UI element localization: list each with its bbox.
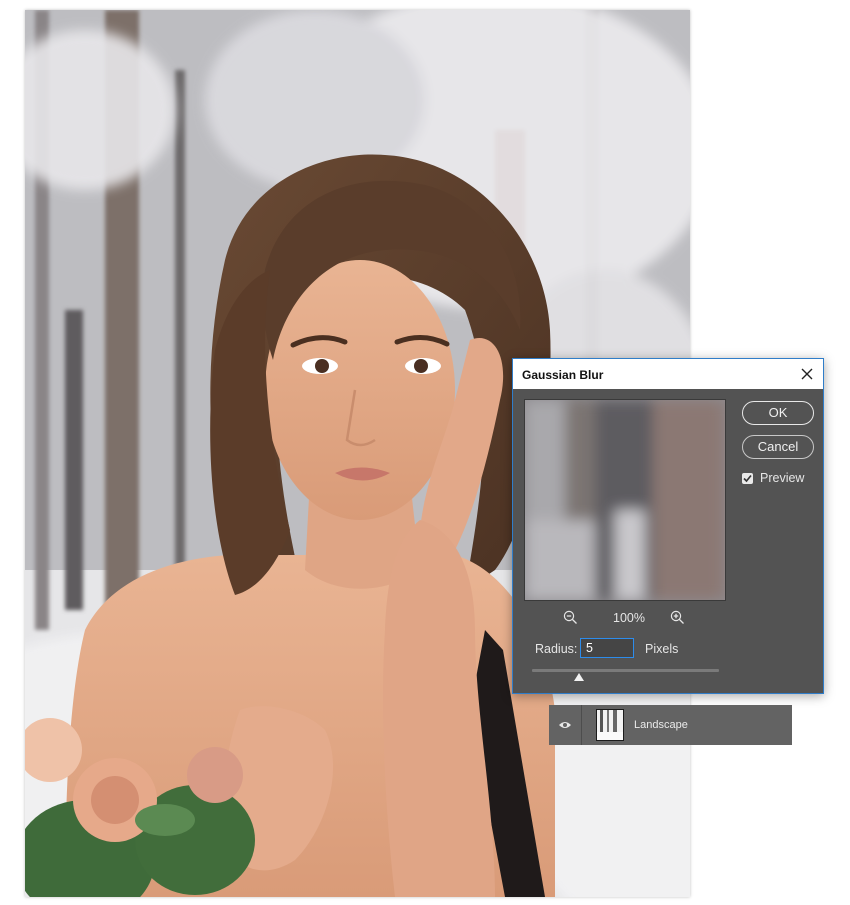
blur-preview-window[interactable] <box>524 399 726 601</box>
preview-label: Preview <box>760 471 805 485</box>
zoom-controls: 100% <box>524 609 726 627</box>
close-icon <box>801 368 813 380</box>
layer-name: Landscape <box>634 719 688 731</box>
layer-row-landscape[interactable]: Landscape <box>549 705 792 745</box>
zoom-out-button[interactable] <box>563 610 578 628</box>
zoom-in-icon <box>670 610 684 624</box>
radius-slider-track[interactable] <box>532 669 719 672</box>
zoom-out-icon <box>563 610 577 624</box>
landscape-thumbnail-image <box>597 710 623 740</box>
zoom-in-button[interactable] <box>670 610 685 628</box>
ok-button[interactable]: OK <box>742 401 814 425</box>
eye-icon <box>559 722 571 728</box>
blur-preview-image <box>525 400 725 600</box>
radius-unit-label: Pixels <box>645 642 679 656</box>
close-button[interactable] <box>797 364 817 384</box>
zoom-level: 100% <box>613 611 645 625</box>
dialog-title: Gaussian Blur <box>522 368 604 382</box>
gaussian-blur-dialog: Gaussian Blur OK Cancel Preview 100% Rad… <box>512 358 824 694</box>
cancel-button[interactable]: Cancel <box>742 435 814 459</box>
radius-label: Radius: <box>535 642 578 656</box>
check-icon <box>743 474 752 482</box>
layer-thumbnail[interactable] <box>596 709 624 741</box>
preview-checkbox-row[interactable]: Preview <box>742 470 804 486</box>
layer-visibility-toggle[interactable] <box>549 705 582 745</box>
dialog-titlebar[interactable]: Gaussian Blur <box>513 359 823 389</box>
radius-slider-thumb[interactable] <box>573 673 584 681</box>
preview-checkbox[interactable] <box>742 472 753 484</box>
radius-input[interactable] <box>580 638 634 658</box>
